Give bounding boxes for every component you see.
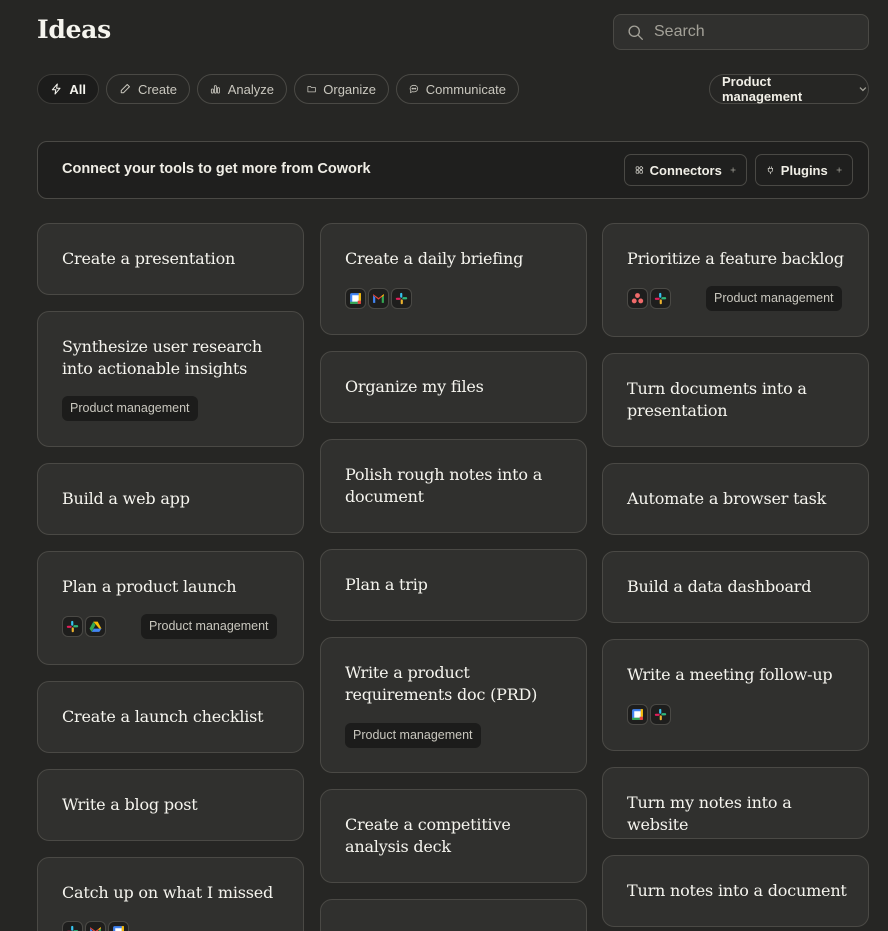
category-tag: Product management: [345, 723, 481, 748]
pencil-icon: [120, 84, 130, 94]
google-drive-icon: [85, 616, 106, 637]
idea-card-synthesize-research[interactable]: Synthesize user research into actionable…: [37, 311, 304, 447]
filter-all-label: All: [69, 81, 86, 97]
idea-card-prioritize-backlog[interactable]: Prioritize a feature backlog Product man…: [602, 223, 869, 337]
filter-create[interactable]: Create: [106, 74, 190, 104]
connect-tools-banner: Connect your tools to get more from Cowo…: [37, 141, 869, 199]
card-title: Organize my files: [345, 377, 484, 396]
slack-icon: [62, 616, 83, 637]
idea-card-competitive-analysis[interactable]: Create a competitive analysis deck: [320, 789, 587, 883]
chart-icon: [210, 85, 220, 94]
lightning-icon: [51, 83, 61, 95]
card-title: Turn my notes into a website: [627, 793, 792, 834]
card-title: Create a daily briefing: [345, 249, 524, 268]
google-calendar-icon: [627, 704, 648, 725]
card-title: Polish rough notes into a document: [345, 465, 543, 506]
idea-card-plan-product-launch[interactable]: Plan a product launch Product management: [37, 551, 304, 665]
connectors-label: Connectors: [649, 162, 722, 178]
folder-icon: [307, 86, 316, 93]
idea-card-launch-checklist[interactable]: Create a launch checklist: [37, 681, 304, 753]
app-icons: [62, 616, 106, 637]
category-dropdown-label: Product management: [722, 74, 803, 104]
category-tag: Product management: [141, 614, 277, 639]
slack-icon: [650, 704, 671, 725]
card-title: Create a presentation: [62, 249, 236, 268]
card-title: Plan a product launch: [62, 577, 237, 596]
idea-card-partial[interactable]: [320, 899, 587, 931]
filter-tabs: All Create Analyze Organize Communicate: [37, 74, 519, 104]
category-dropdown[interactable]: Product management: [709, 74, 869, 104]
idea-card-daily-briefing[interactable]: Create a daily briefing: [320, 223, 587, 335]
google-calendar-icon: [345, 288, 366, 309]
app-icons: [627, 288, 671, 309]
idea-card-plan-trip[interactable]: Plan a trip: [320, 549, 587, 621]
filter-create-label: Create: [137, 81, 177, 97]
idea-card-write-prd[interactable]: Write a product requirements doc (PRD) P…: [320, 637, 587, 773]
plus-icon: [730, 167, 736, 173]
idea-card-meeting-followup[interactable]: Write a meeting follow-up: [602, 639, 869, 751]
connectors-icon: [635, 166, 644, 174]
slack-icon: [62, 921, 83, 931]
chat-bubble-icon: [409, 84, 419, 94]
idea-card-blog-post[interactable]: Write a blog post: [37, 769, 304, 841]
card-title: Create a launch checklist: [62, 707, 264, 726]
page-title: Ideas: [37, 15, 111, 44]
search-icon: [628, 24, 643, 40]
card-title: Build a data dashboard: [627, 577, 812, 596]
card-title: Turn documents into a presentation: [627, 379, 807, 420]
idea-card-organize-files[interactable]: Organize my files: [320, 351, 587, 423]
search-box[interactable]: [613, 14, 869, 50]
card-title: Catch up on what I missed: [62, 883, 274, 902]
idea-card-create-presentation[interactable]: Create a presentation: [37, 223, 304, 295]
app-icons: [345, 288, 412, 309]
plugins-label: Plugins: [780, 162, 828, 178]
category-tag: Product management: [706, 286, 842, 311]
card-title: Automate a browser task: [627, 489, 827, 508]
card-title: Turn notes into a document: [627, 881, 847, 900]
google-calendar-icon: [108, 921, 129, 931]
card-title: Build a web app: [62, 489, 190, 508]
search-input[interactable]: [654, 23, 854, 41]
asana-icon: [627, 288, 648, 309]
idea-card-polish-notes[interactable]: Polish rough notes into a document: [320, 439, 587, 533]
card-title: Create a competitive analysis deck: [345, 815, 511, 856]
idea-card-docs-to-presentation[interactable]: Turn documents into a presentation: [602, 353, 869, 447]
idea-card-catch-up[interactable]: Catch up on what I missed: [37, 857, 304, 931]
idea-card-data-dashboard[interactable]: Build a data dashboard: [602, 551, 869, 623]
filter-communicate-label: Communicate: [425, 81, 506, 97]
category-tag: Product management: [62, 396, 198, 421]
gmail-icon: [368, 288, 389, 309]
filter-all[interactable]: All: [37, 74, 99, 104]
filter-communicate[interactable]: Communicate: [396, 74, 519, 104]
slack-icon: [391, 288, 412, 309]
idea-card-notes-document[interactable]: Turn notes into a document: [602, 855, 869, 927]
filter-organize-label: Organize: [323, 81, 376, 97]
banner-text: Connect your tools to get more from Cowo…: [62, 161, 371, 177]
card-title: Write a meeting follow-up: [627, 665, 833, 684]
chevron-down-icon: [859, 87, 867, 92]
filter-organize[interactable]: Organize: [294, 74, 389, 104]
connectors-button[interactable]: Connectors: [624, 154, 747, 186]
idea-card-notes-website[interactable]: Turn my notes into a website: [602, 767, 869, 839]
filter-analyze-label: Analyze: [227, 81, 274, 97]
slack-icon: [650, 288, 671, 309]
card-title: Write a blog post: [62, 795, 198, 814]
plugins-button[interactable]: Plugins: [755, 154, 853, 186]
plus-icon: [836, 167, 842, 173]
card-title: Plan a trip: [345, 575, 428, 594]
ideas-page: Ideas All Create Analyze Organize Commun…: [0, 0, 888, 931]
card-title: Prioritize a feature backlog: [627, 249, 844, 268]
app-icons: [62, 921, 129, 931]
card-title: Write a product requirements doc (PRD): [345, 663, 538, 704]
app-icons: [627, 704, 671, 725]
idea-card-build-web-app[interactable]: Build a web app: [37, 463, 304, 535]
idea-card-automate-browser[interactable]: Automate a browser task: [602, 463, 869, 535]
gmail-icon: [85, 921, 106, 931]
filter-analyze[interactable]: Analyze: [197, 74, 287, 104]
plug-icon: [767, 166, 773, 175]
card-title: Synthesize user research into actionable…: [62, 337, 262, 378]
